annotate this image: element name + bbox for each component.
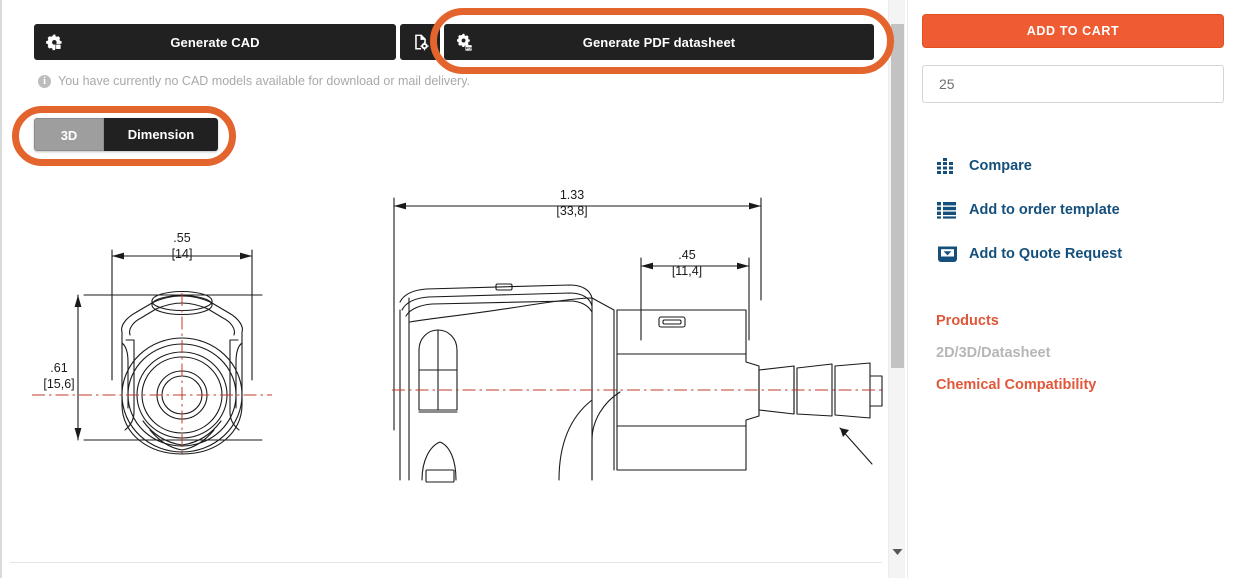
cad-note-text: You have currently no CAD models availab… <box>58 74 471 88</box>
product-detail-page: Generate CAD PDF Generate PDF datasheet … <box>0 0 1249 578</box>
compare-action[interactable]: Compare <box>936 155 1032 177</box>
view-toggle-3d[interactable]: 3D <box>34 118 104 151</box>
add-to-quote-request-action[interactable]: Add to Quote Request <box>936 243 1122 265</box>
gear-pdf-icon: PDF <box>444 33 484 52</box>
link-2d-3d-datasheet[interactable]: 2D/3D/Datasheet <box>936 345 1050 361</box>
dimension-drawing[interactable]: .55 [14] .61 [15,6] 1.33 [33,8] .45 [11,… <box>4 180 888 560</box>
link-chemical-compatibility[interactable]: Chemical Compatibility <box>936 377 1096 393</box>
cad-availability-note: i You have currently no CAD models avail… <box>38 74 470 88</box>
view-toggle-dimension[interactable]: Dimension <box>104 118 218 151</box>
file-gear-icon <box>400 33 440 51</box>
dim-front-height-imperial: .61 <box>50 361 67 375</box>
generate-cad-button[interactable]: Generate CAD <box>34 24 396 60</box>
cad-toolbar: Generate CAD PDF Generate PDF datasheet <box>34 24 874 60</box>
generate-pdf-label: Generate PDF datasheet <box>582 34 736 50</box>
dim-front-width-imperial: .55 <box>173 231 190 245</box>
add-to-order-template-label: Add to order template <box>969 202 1120 218</box>
dim-front-width-metric: [14] <box>172 247 193 261</box>
generate-cad-label: Generate CAD <box>170 34 260 50</box>
panel-divider <box>10 562 882 563</box>
cad-viewer-panel: Generate CAD PDF Generate PDF datasheet … <box>4 0 888 578</box>
vertical-scrollbar[interactable] <box>888 0 905 578</box>
dim-length-imperial: 1.33 <box>560 188 584 202</box>
inbox-tray-icon <box>936 243 958 265</box>
dim-barb-imperial: .45 <box>678 248 695 262</box>
compare-bars-icon <box>936 155 958 177</box>
generate-pdf-button[interactable]: PDF Generate PDF datasheet <box>444 24 874 60</box>
dim-barb-metric: [11,4] <box>672 264 702 278</box>
dim-front-height-metric: [15,6] <box>43 377 74 391</box>
add-to-quote-request-label: Add to Quote Request <box>969 246 1123 262</box>
scrollbar-thumb[interactable] <box>891 24 904 368</box>
compare-label: Compare <box>969 158 1032 174</box>
view-toggle: 3D Dimension <box>34 118 218 151</box>
product-actions-sidebar: ADD TO CART Compare <box>907 0 1249 578</box>
chevron-down-icon[interactable] <box>889 543 906 560</box>
gear-cad-icon <box>34 33 74 51</box>
info-icon: i <box>38 74 51 88</box>
add-to-order-template-action[interactable]: Add to order template <box>936 199 1120 221</box>
link-products[interactable]: Products <box>936 313 999 329</box>
cad-options-button[interactable] <box>400 24 440 60</box>
add-to-cart-button[interactable]: ADD TO CART <box>922 14 1224 48</box>
quantity-input[interactable] <box>922 65 1224 103</box>
list-icon <box>936 199 958 221</box>
svg-text:PDF: PDF <box>466 46 473 50</box>
dim-length-metric: [33,8] <box>556 204 587 218</box>
